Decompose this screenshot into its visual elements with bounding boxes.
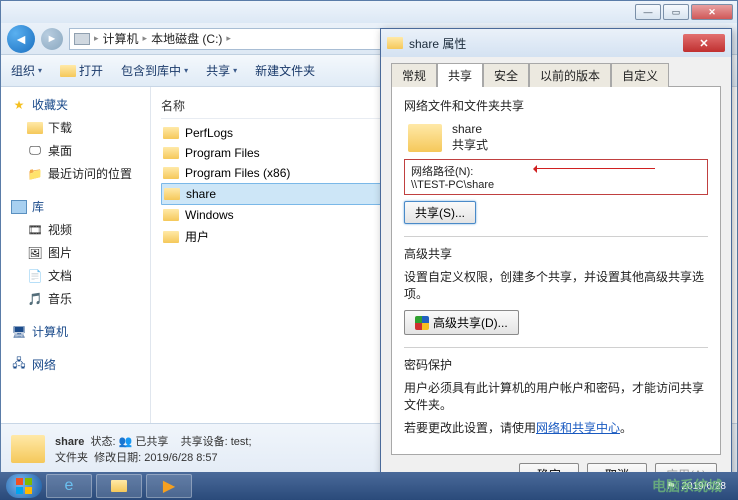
dialog-titlebar[interactable]: share 属性 ✕ [381, 29, 731, 57]
window-titlebar: — ▭ ✕ [1, 1, 737, 23]
folder-icon [163, 167, 179, 179]
folder-large-icon [408, 124, 442, 152]
task-media[interactable]: ▶ [146, 474, 192, 498]
maximize-button[interactable]: ▭ [663, 4, 689, 20]
network-icon: 🖧 [11, 357, 27, 373]
window-close-button[interactable]: ✕ [691, 4, 733, 20]
document-icon: 📄 [27, 268, 43, 284]
tab-panel: 网络文件和文件夹共享 share 共享式 网络路径(N): \\TEST-PC\… [391, 87, 721, 455]
tabs: 常规 共享 安全 以前的版本 自定义 [391, 63, 721, 87]
sidebar-item-downloads[interactable]: 下载 [5, 116, 146, 139]
dialog-title: share 属性 [409, 35, 466, 52]
sidebar-network[interactable]: 🖧网络 [5, 353, 146, 376]
shield-icon [415, 316, 429, 330]
sidebar-libraries[interactable]: 库 [5, 195, 146, 218]
folder-icon [164, 188, 180, 200]
back-button[interactable]: ◄ [7, 25, 35, 53]
start-button[interactable] [6, 474, 42, 498]
properties-dialog: share 属性 ✕ 常规 共享 安全 以前的版本 自定义 网络文件和文件夹共享… [380, 28, 732, 494]
tab-general[interactable]: 常规 [391, 63, 437, 87]
sidebar-computer[interactable]: 🖥计算机 [5, 320, 146, 343]
sidebar-item-recent[interactable]: 📁最近访问的位置 [5, 162, 146, 185]
sidebar-item-desktop[interactable]: 🖵桌面 [5, 139, 146, 162]
sidebar: ★收藏夹 下载 🖵桌面 📁最近访问的位置 库 🎞视频 🖼图片 📄文档 🎵音乐 🖥… [1, 87, 151, 423]
minimize-button[interactable]: — [635, 4, 661, 20]
sidebar-favorites[interactable]: ★收藏夹 [5, 93, 146, 116]
folder-icon [163, 147, 179, 159]
folder-icon [387, 37, 403, 49]
dialog-close-button[interactable]: ✕ [683, 34, 725, 52]
sidebar-item-documents[interactable]: 📄文档 [5, 264, 146, 287]
section-network-sharing-title: 网络文件和文件夹共享 [404, 97, 708, 114]
folder-icon [27, 122, 43, 134]
taskbar: e ▶ ⚑ 2019/6/28 [0, 472, 738, 500]
advanced-sharing-button[interactable]: 高级共享(D)... [404, 310, 519, 335]
tab-previous-versions[interactable]: 以前的版本 [529, 63, 611, 87]
sidebar-item-music[interactable]: 🎵音乐 [5, 287, 146, 310]
task-explorer[interactable] [96, 474, 142, 498]
forward-button[interactable]: ► [41, 28, 63, 50]
toolbar-include[interactable]: 包含到库中▾ [121, 62, 188, 79]
breadcrumb-drive[interactable]: 本地磁盘 (C:) [151, 30, 222, 47]
recent-icon: 📁 [27, 166, 43, 182]
tab-security[interactable]: 安全 [483, 63, 529, 87]
tab-customize[interactable]: 自定义 [611, 63, 669, 87]
windows-logo-icon [15, 477, 33, 495]
tray-date: 2019/6/28 [682, 481, 727, 492]
star-icon: ★ [11, 97, 27, 113]
share-folder-name: share [452, 122, 488, 136]
toolbar-open[interactable]: 打开 [60, 62, 103, 79]
drive-icon [74, 33, 90, 45]
picture-icon: 🖼 [27, 245, 43, 261]
folder-icon [163, 209, 179, 221]
system-tray[interactable]: ⚑ 2019/6/28 [667, 481, 732, 492]
folder-icon [163, 231, 179, 243]
library-icon [11, 200, 27, 214]
music-icon: 🎵 [27, 291, 43, 307]
folder-large-icon [11, 435, 45, 463]
section-password-title: 密码保护 [404, 356, 708, 373]
toolbar-organize[interactable]: 组织▾ [11, 62, 42, 79]
video-icon: 🎞 [27, 222, 43, 238]
advanced-desc: 设置自定义权限，创建多个共享，并设置其他高级共享选项。 [404, 268, 708, 302]
open-icon [60, 65, 76, 77]
desktop-icon: 🖵 [27, 143, 43, 159]
breadcrumb-computer[interactable]: 计算机 [103, 30, 139, 47]
section-advanced-title: 高级共享 [404, 245, 708, 262]
tray-flag-icon: ⚑ [667, 481, 676, 492]
folder-icon [111, 480, 127, 492]
annotation-arrow [535, 168, 655, 169]
password-desc: 用户必须具有此计算机的用户帐户和密码，才能访问共享文件夹。 [404, 379, 708, 413]
folder-icon [163, 127, 179, 139]
network-sharing-center-link[interactable]: 网络和共享中心 [536, 421, 620, 435]
task-ie[interactable]: e [46, 474, 92, 498]
network-path-box: 网络路径(N): \\TEST-PC\share [404, 159, 708, 195]
network-path-label: 网络路径(N): [411, 163, 701, 179]
toolbar-newfolder[interactable]: 新建文件夹 [255, 62, 315, 79]
share-style: 共享式 [452, 136, 488, 153]
computer-icon: 🖥 [11, 324, 27, 340]
share-button[interactable]: 共享(S)... [404, 201, 476, 224]
details-name: share [55, 436, 84, 448]
tab-sharing[interactable]: 共享 [437, 63, 483, 87]
sidebar-item-pictures[interactable]: 🖼图片 [5, 241, 146, 264]
network-path-value: \\TEST-PC\share [411, 179, 701, 191]
toolbar-share[interactable]: 共享▾ [206, 62, 237, 79]
sidebar-item-videos[interactable]: 🎞视频 [5, 218, 146, 241]
